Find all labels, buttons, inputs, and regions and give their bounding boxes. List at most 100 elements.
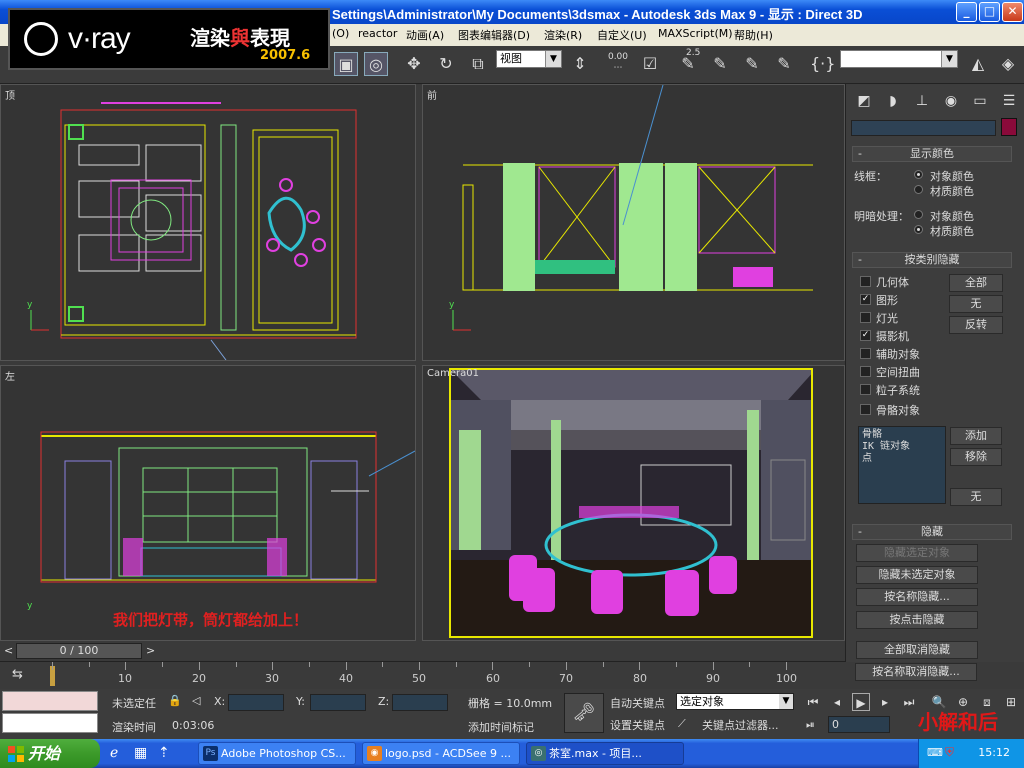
close-button[interactable]: ✕: [1002, 2, 1023, 22]
object-name-field[interactable]: [851, 120, 996, 136]
z-coordinate-field[interactable]: [392, 694, 448, 711]
list-item[interactable]: IK 链对象: [862, 441, 942, 453]
maxscript-listener-white[interactable]: [2, 713, 98, 733]
ie-icon[interactable]: ℯ: [110, 745, 118, 761]
hide-unselected-button[interactable]: 隐藏未选定对象: [856, 566, 978, 584]
viewport-label-camera[interactable]: Camera01: [427, 368, 479, 379]
hierarchy-icon[interactable]: ⊥: [910, 90, 934, 112]
maximize-button[interactable]: □: [979, 2, 1000, 22]
key-mode-dropdown[interactable]: 选定对象 ▼: [676, 693, 794, 710]
viewport-left[interactable]: 左 y 我们把灯带，筒灯都给加上！: [0, 365, 416, 641]
reference-coordinate-dropdown[interactable]: 视图 ▼: [496, 50, 562, 68]
list-item[interactable]: 骨骼: [862, 429, 942, 441]
add-button[interactable]: 添加: [950, 427, 1002, 445]
viewport-label-left[interactable]: 左: [5, 368, 15, 383]
track-bar[interactable]: ⇆ 10 20 30 40 50 60 70 80 90 100: [0, 661, 845, 689]
region-select-icon[interactable]: ▣: [334, 52, 358, 76]
menu-item-reactor[interactable]: reactor: [358, 27, 397, 40]
task-photoshop[interactable]: Ps Adobe Photoshop CS...: [198, 742, 356, 765]
invert-button[interactable]: 反转: [949, 316, 1003, 334]
menu-item-rendering[interactable]: 渲染(R): [544, 27, 582, 43]
checkbox-lights[interactable]: [860, 312, 871, 323]
hide-by-hit-button[interactable]: 按点击隐藏: [856, 611, 978, 629]
lock-icon[interactable]: 🔒: [168, 694, 182, 707]
viewport-label-top[interactable]: 顶: [5, 87, 15, 102]
language-icon[interactable]: ⌨: [927, 746, 943, 759]
scale-icon[interactable]: ⧉: [466, 52, 490, 76]
utilities-icon[interactable]: ☰: [997, 90, 1021, 112]
checkbox-cameras[interactable]: ✓: [860, 330, 871, 341]
maxscript-listener-pink[interactable]: [2, 691, 98, 711]
motion-icon[interactable]: ◉: [939, 90, 963, 112]
angle-snap-icon[interactable]: ✎: [740, 52, 764, 76]
list-item[interactable]: 点: [862, 453, 942, 465]
add-time-tag[interactable]: 添加时间标记: [468, 719, 534, 735]
window-crossing-icon[interactable]: ◎: [364, 52, 388, 76]
viewport-front[interactable]: 前 y: [422, 84, 845, 361]
checkbox-bone-objects[interactable]: [860, 404, 871, 415]
slider-next-icon[interactable]: >: [146, 644, 155, 657]
curly-braces-icon[interactable]: {·}: [810, 52, 835, 76]
pivot-icon[interactable]: ⇕: [568, 52, 592, 76]
menu-item-animation[interactable]: 动画(A): [406, 27, 444, 43]
object-color-swatch[interactable]: [1001, 118, 1017, 136]
rollout-hide[interactable]: - 隐藏: [852, 524, 1012, 540]
checkbox-geometry[interactable]: [860, 276, 871, 287]
absolute-mode-icon[interactable]: ◁: [192, 694, 200, 707]
hide-by-name-button[interactable]: 按名称隐藏...: [856, 588, 978, 606]
key-icon[interactable]: 🗝: [564, 693, 604, 733]
menu-item-help[interactable]: 帮助(H): [734, 27, 773, 43]
none-list-button[interactable]: 无: [950, 488, 1002, 506]
named-selection-dropdown[interactable]: ▼: [840, 50, 958, 68]
wireframe-object-color-radio[interactable]: [914, 170, 923, 179]
all-button[interactable]: 全部: [949, 274, 1003, 292]
hide-category-list[interactable]: 骨骼 IK 链对象 点: [858, 426, 946, 504]
task-3dsmax[interactable]: ◎ 茶室.max - 项目...: [526, 742, 684, 765]
unhide-all-button[interactable]: 全部取消隐藏: [856, 641, 978, 659]
network-icon[interactable]: ⇡: [158, 745, 170, 761]
checkbox-helpers[interactable]: [860, 348, 871, 359]
task-acdsee[interactable]: ◉ logo.psd - ACDSee 9 ...: [362, 742, 520, 765]
minimize-button[interactable]: _: [956, 2, 977, 22]
auto-key-button[interactable]: 自动关键点: [610, 695, 665, 711]
zoom-extents-all-icon[interactable]: ⊞: [1002, 693, 1020, 711]
menu-item-maxscript[interactable]: MAXScript(M): [658, 27, 733, 40]
viewport-label-front[interactable]: 前: [427, 87, 437, 102]
goto-start-icon[interactable]: ⏮: [804, 693, 822, 711]
x-coordinate-field[interactable]: [228, 694, 284, 711]
start-button[interactable]: 开始: [0, 739, 100, 768]
key-mode-toggle-icon[interactable]: ⏯: [806, 718, 815, 732]
hide-selected-button[interactable]: 隐藏选定对象: [856, 544, 978, 562]
time-slider[interactable]: < 0 / 100 >: [0, 641, 845, 661]
percent-snap-icon[interactable]: ✎: [708, 52, 732, 76]
menu-item-graph-editors[interactable]: 图表编辑器(D): [458, 27, 530, 43]
checkbox-shapes[interactable]: ✓: [860, 294, 871, 305]
rollout-hide-by-category[interactable]: - 按类别隐藏: [852, 252, 1012, 268]
desktop-icon[interactable]: ▦: [134, 745, 147, 761]
shaded-object-color-radio[interactable]: [914, 210, 923, 219]
unhide-by-name-button[interactable]: 按名称取消隐藏...: [855, 663, 977, 681]
viewport-top[interactable]: 顶 y: [0, 84, 416, 361]
goto-end-icon[interactable]: ⏭: [900, 693, 918, 711]
key-filters-button[interactable]: 关键点过滤器...: [702, 717, 779, 733]
move-icon[interactable]: ✥: [402, 52, 426, 76]
checkbox-particle-systems[interactable]: [860, 384, 871, 395]
checkbox-space-warps[interactable]: [860, 366, 871, 377]
wireframe-material-color-radio[interactable]: [914, 185, 923, 194]
menu-item-group[interactable]: (O): [332, 27, 349, 40]
display-icon[interactable]: ▭: [968, 90, 992, 112]
none-button[interactable]: 无: [949, 295, 1003, 313]
rollout-display-color[interactable]: - 显示颜色: [852, 146, 1012, 162]
spinner-snap-icon[interactable]: 0.00 ⋯: [606, 52, 630, 76]
remove-button[interactable]: 移除: [950, 448, 1002, 466]
create-icon[interactable]: ◩: [852, 90, 876, 112]
current-frame-field[interactable]: 0: [828, 716, 890, 733]
shaded-material-color-radio[interactable]: [914, 225, 923, 234]
frame-counter[interactable]: 0 / 100: [16, 643, 142, 659]
edit-named-selection-icon[interactable]: ☑: [638, 52, 662, 76]
prev-frame-icon[interactable]: ◂: [828, 693, 846, 711]
modify-icon[interactable]: ◗: [881, 90, 905, 112]
rotate-icon[interactable]: ↻: [434, 52, 458, 76]
align-icon[interactable]: ◈: [996, 52, 1020, 76]
snap-toggle-icon[interactable]: ✎: [772, 52, 796, 76]
